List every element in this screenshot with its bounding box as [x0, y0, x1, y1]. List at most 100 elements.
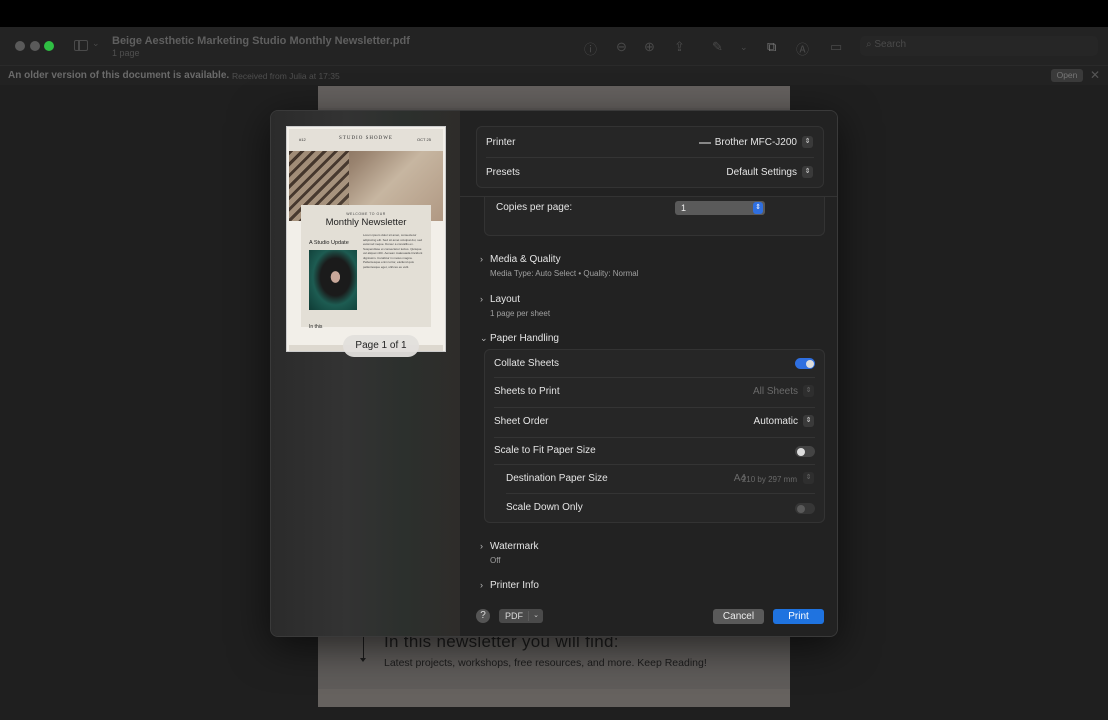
- open-version-button[interactable]: Open: [1051, 69, 1083, 82]
- chevron-right-icon: ›: [480, 541, 483, 551]
- media-quality-summary: Media Type: Auto Select • Quality: Norma…: [490, 269, 639, 278]
- section-layout[interactable]: › Layout: [480, 294, 520, 305]
- highlight-icon[interactable]: Ⓐ: [796, 39, 809, 58]
- page-thumbnail[interactable]: #12 STUDIO SHODWE OCT 25 WELCOME TO OUR …: [286, 126, 446, 357]
- search-placeholder: Search: [874, 39, 907, 50]
- divider: [506, 493, 815, 494]
- copies-per-page-select[interactable]: 1 ⇕: [675, 201, 765, 215]
- collate-sheets-toggle[interactable]: [795, 358, 815, 369]
- thumb-lorem-text: Lorem ipsum dolor sit amet, consectetur …: [363, 233, 423, 269]
- document-title: Beige Aesthetic Marketing Studio Monthly…: [112, 35, 410, 47]
- thumb-date: OCT 25: [417, 137, 431, 142]
- sheet-order-select[interactable]: Automatic: [754, 416, 798, 427]
- section-label: Watermark: [490, 541, 539, 552]
- thumb-card: WELCOME TO OUR Monthly Newsletter A Stud…: [301, 205, 431, 327]
- minimize-window-button[interactable]: [30, 41, 40, 51]
- markup-pencil-icon[interactable]: ✎: [712, 39, 723, 55]
- divider: [494, 407, 815, 408]
- zoom-out-icon[interactable]: ⊖: [616, 39, 627, 55]
- search-field[interactable]: ⌕ Search: [860, 36, 1098, 56]
- pdf-label: PDF: [505, 611, 523, 621]
- thumb-issue: #12: [299, 137, 306, 142]
- divider: [494, 377, 815, 378]
- page-body-text: Latest projects, workshops, free resourc…: [384, 657, 707, 669]
- divider: [528, 611, 529, 621]
- thumb-bottom-text: In this: [309, 324, 323, 330]
- collate-sheets-label: Collate Sheets: [494, 358, 560, 369]
- layout-summary: 1 page per sheet: [490, 309, 551, 318]
- zoom-in-icon[interactable]: ⊕: [644, 39, 655, 55]
- section-label: Layout: [490, 294, 521, 305]
- thumb-title: Monthly Newsletter: [325, 217, 407, 228]
- sheet-order-label: Sheet Order: [494, 416, 549, 427]
- divider: [494, 464, 815, 465]
- zoom-window-button[interactable]: [44, 41, 54, 51]
- presets-stepper-icon[interactable]: ⇕: [802, 166, 813, 178]
- markup-chevron-icon[interactable]: ⌄: [740, 42, 748, 53]
- presets-select[interactable]: Default Settings: [726, 167, 797, 178]
- sheets-to-print-label: Sheets to Print: [494, 386, 560, 397]
- menu-bar-area: [0, 0, 1108, 27]
- title-bar: ⌄ Beige Aesthetic Marketing Studio Month…: [0, 27, 1108, 65]
- thumb-header: #12 STUDIO SHODWE OCT 25: [289, 129, 443, 151]
- chevron-right-icon: ›: [480, 294, 483, 304]
- copies-per-page-label: Copies per page:: [496, 202, 573, 213]
- sheets-to-print-select[interactable]: All Sheets: [753, 386, 798, 397]
- destination-paper-size-label: Destination Paper Size: [506, 473, 608, 484]
- sidebar-toggle-icon[interactable]: [74, 40, 88, 51]
- destination-paper-size-detail: 210 by 297 mm: [741, 475, 797, 484]
- section-label: Paper Handling: [490, 333, 559, 344]
- section-printer-info[interactable]: › Printer Info: [480, 580, 539, 591]
- close-icon[interactable]: ✕: [1090, 68, 1100, 82]
- thumb-portrait-photo: [309, 250, 357, 310]
- section-paper-handling[interactable]: ⌄ Paper Handling: [480, 333, 559, 344]
- section-label: Media & Quality: [490, 254, 561, 265]
- scale-to-fit-label: Scale to Fit Paper Size: [494, 445, 596, 456]
- section-watermark[interactable]: › Watermark: [480, 541, 539, 552]
- divider: [494, 437, 815, 438]
- share-icon[interactable]: ⇪: [674, 39, 685, 55]
- thumb-brand: STUDIO SHODWE: [339, 136, 393, 141]
- section-media-quality[interactable]: › Media & Quality: [480, 254, 561, 265]
- printer-stepper-icon[interactable]: ⇕: [802, 136, 813, 148]
- page-top-strip: [318, 86, 790, 108]
- arrow-down-icon: [360, 634, 366, 662]
- sign-icon[interactable]: ▭: [830, 39, 842, 55]
- sheet-order-stepper-icon[interactable]: ⇕: [803, 415, 814, 427]
- divider: [486, 157, 814, 158]
- chevron-down-icon[interactable]: ⌄: [92, 38, 100, 49]
- thumb-welcome: WELCOME TO OUR: [346, 212, 386, 216]
- version-message: An older version of this document is ava…: [8, 70, 230, 81]
- rotate-icon[interactable]: ⧉: [767, 39, 776, 55]
- copies-per-page-value: 1: [681, 203, 687, 213]
- thumb-section-title: A Studio Update: [309, 240, 349, 246]
- presets-label: Presets: [486, 167, 520, 178]
- chevron-right-icon: ›: [480, 580, 483, 590]
- print-preview-pane: #12 STUDIO SHODWE OCT 25 WELCOME TO OUR …: [271, 111, 460, 636]
- copies-stepper-icon[interactable]: ⇕: [753, 202, 763, 214]
- chevron-right-icon: ›: [480, 254, 483, 264]
- close-window-button[interactable]: [15, 41, 25, 51]
- print-dialog: #12 STUDIO SHODWE OCT 25 WELCOME TO OUR …: [270, 110, 838, 637]
- scale-to-fit-toggle[interactable]: [795, 446, 815, 457]
- chevron-down-icon: ⌄: [533, 612, 539, 619]
- printer-icon: [699, 142, 711, 144]
- section-label: Printer Info: [490, 580, 539, 591]
- sheets-stepper-icon[interactable]: ⇕: [803, 385, 814, 397]
- version-detail: Received from Julia at 17:35: [232, 71, 340, 81]
- printer-presets-group: Printer Brother MFC-J200 ⇕ Presets Defau…: [476, 126, 824, 188]
- info-icon[interactable]: ⓘ: [584, 39, 597, 58]
- print-settings-pane: Printer Brother MFC-J200 ⇕ Presets Defau…: [460, 111, 837, 636]
- page-footer-strip: [318, 689, 790, 707]
- page-indicator: Page 1 of 1: [343, 335, 419, 357]
- cancel-button[interactable]: Cancel: [713, 609, 764, 624]
- paper-handling-group: Collate Sheets Sheets to Print All Sheet…: [484, 349, 825, 523]
- copies-per-page-group: Copies per page: 1 ⇕: [484, 197, 825, 236]
- version-info-bar: An older version of this document is ava…: [0, 65, 1108, 85]
- scale-down-only-toggle[interactable]: [795, 503, 815, 514]
- help-button[interactable]: ?: [476, 609, 490, 623]
- pdf-menu-button[interactable]: PDF ⌄: [499, 609, 543, 623]
- print-button[interactable]: Print: [773, 609, 824, 624]
- dest-size-stepper-icon[interactable]: ⇕: [803, 472, 814, 484]
- printer-select[interactable]: Brother MFC-J200: [715, 137, 797, 148]
